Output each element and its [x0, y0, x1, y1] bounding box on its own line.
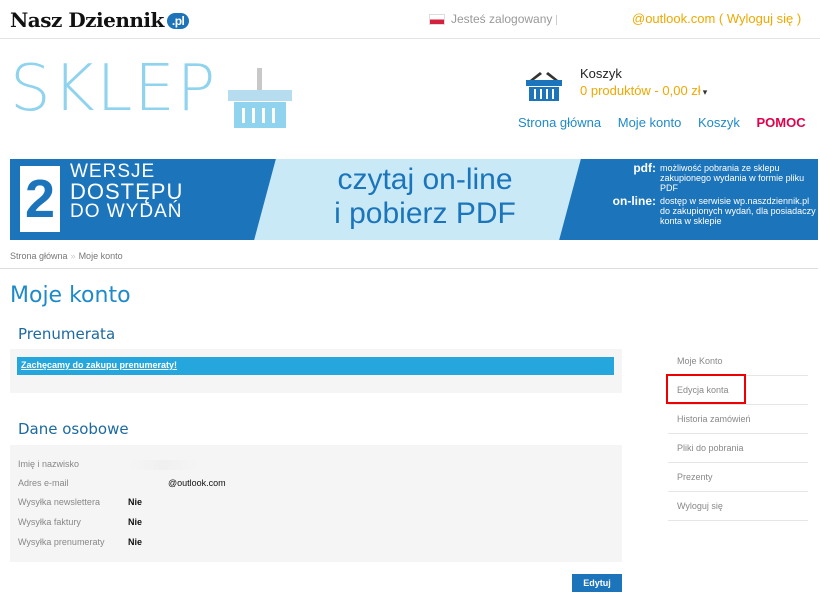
nav-help[interactable]: POMOC	[757, 115, 806, 130]
row-label: Adres e-mail	[18, 478, 69, 488]
breadcrumb: Strona główna» Moje konto	[10, 251, 123, 261]
page-title: Moje konto	[10, 283, 131, 308]
logged-in-text: Jesteś zalogowany	[451, 12, 553, 26]
row-value: Nie	[128, 497, 143, 507]
banner-online-key: on-line:	[612, 194, 656, 208]
logo-text: Nasz Dziennik	[10, 8, 164, 32]
banner-online-text: dostęp w serwisie wp.naszdziennik.pl do …	[660, 196, 816, 226]
site-logo[interactable]: Nasz Dziennik .pl	[10, 8, 190, 32]
personal-data-heading: Dane osobowe	[18, 420, 129, 438]
data-row-name: Imię i nazwisko	[18, 459, 198, 470]
sidebar-item-edit-account[interactable]: Edycja konta	[666, 374, 808, 405]
subscription-heading: Prenumerata	[18, 325, 116, 343]
row-value: @outlook.com	[168, 478, 226, 488]
nav-my-account[interactable]: Moje konto	[618, 115, 682, 130]
breadcrumb-home[interactable]: Strona główna	[10, 251, 68, 261]
sidebar-item-downloads[interactable]: Pliki do pobrania	[668, 434, 808, 463]
edit-button[interactable]: Edytuj	[572, 574, 622, 592]
masked-name	[128, 459, 198, 470]
banner-left-line2: DOSTĘPU	[70, 179, 184, 204]
data-row-email: Adres e-mail @outlook.com	[18, 478, 226, 488]
row-label: Wysyłka faktury	[18, 517, 81, 527]
data-row-newsletter: Wysyłka newslettera Nie	[18, 497, 142, 507]
banner-number: 2	[20, 166, 60, 232]
banner-pdf-key: pdf:	[633, 161, 656, 175]
cart-icon[interactable]	[526, 70, 562, 102]
row-value	[128, 459, 198, 470]
banner-headline-line2: i pobierz PDF	[334, 197, 516, 230]
banner-left-text: WERSJE DOSTĘPU DO WYDAŃ	[70, 162, 183, 222]
banner-headline-line1: czytaj on-line	[337, 163, 513, 196]
user-email: @outlook.com	[632, 11, 716, 26]
breadcrumb-current: Moje konto	[78, 251, 123, 261]
banner-pdf-text: możliwość pobrania ze sklepu zakupionego…	[660, 163, 805, 193]
paren-close: )	[796, 11, 802, 26]
divider	[0, 268, 818, 269]
data-row-invoice: Wysyłka faktury Nie	[18, 517, 142, 527]
cart-title[interactable]: Koszyk	[580, 66, 622, 81]
subscription-promo-bar[interactable]: Zachęcamy do zakupu prenumeraty!	[17, 357, 614, 375]
logo-domain-badge: .pl	[166, 13, 190, 29]
nav-home[interactable]: Strona główna	[518, 115, 601, 130]
login-status: Jesteś zalogowany	[429, 12, 569, 26]
data-row-subscription: Wysyłka prenumeraty Nie	[18, 537, 142, 547]
paren-open: (	[718, 11, 724, 26]
subscription-promo-link[interactable]: Zachęcamy do zakupu prenumeraty!	[21, 360, 177, 370]
banner-right-text: pdf: możliwość pobrania ze sklepu zakupio…	[604, 161, 818, 229]
user-email-area: @outlook.com ( Wyloguj się )	[632, 11, 801, 26]
nav-cart[interactable]: Koszyk	[698, 115, 740, 130]
sidebar-item-logout[interactable]: Wyloguj się	[668, 492, 808, 521]
promo-banner[interactable]: 2 WERSJE DOSTĘPU DO WYDAŃ czytaj on-line…	[10, 159, 818, 240]
row-label: Wysyłka prenumeraty	[18, 537, 105, 547]
banner-left-line3: DO WYDAŃ	[70, 201, 183, 222]
cart-summary[interactable]: 0 produktów - 0,00 zł ▾	[580, 83, 707, 98]
chevron-down-icon: ▾	[702, 87, 708, 97]
store-title[interactable]: SKLEP	[10, 52, 217, 126]
top-bar: Nasz Dziennik .pl Jesteś zalogowany @outl…	[0, 0, 820, 39]
banner-headline: czytaj on-line i pobierz PDF	[290, 163, 560, 231]
row-label: Wysyłka newslettera	[18, 497, 100, 507]
sidebar-item-my-account[interactable]: Moje Konto	[668, 347, 808, 376]
breadcrumb-separator: »	[70, 251, 76, 261]
logout-link[interactable]: Wyloguj się	[727, 11, 793, 26]
sidebar-item-gifts[interactable]: Prezenty	[668, 463, 808, 492]
basket-logo-icon	[228, 68, 292, 128]
row-label: Imię i nazwisko	[18, 459, 80, 469]
main-nav: Strona główna Moje konto Koszyk POMOC	[518, 115, 806, 130]
row-value: Nie	[128, 517, 143, 527]
account-sidebar: Moje Konto Edycja konta Historia zamówie…	[666, 347, 808, 521]
poland-flag-icon	[429, 14, 445, 26]
masked-username	[556, 14, 569, 25]
row-value: Nie	[128, 537, 143, 547]
sidebar-item-order-history[interactable]: Historia zamówień	[668, 405, 808, 434]
cart-summary-text: 0 produktów - 0,00 zł	[580, 83, 701, 98]
